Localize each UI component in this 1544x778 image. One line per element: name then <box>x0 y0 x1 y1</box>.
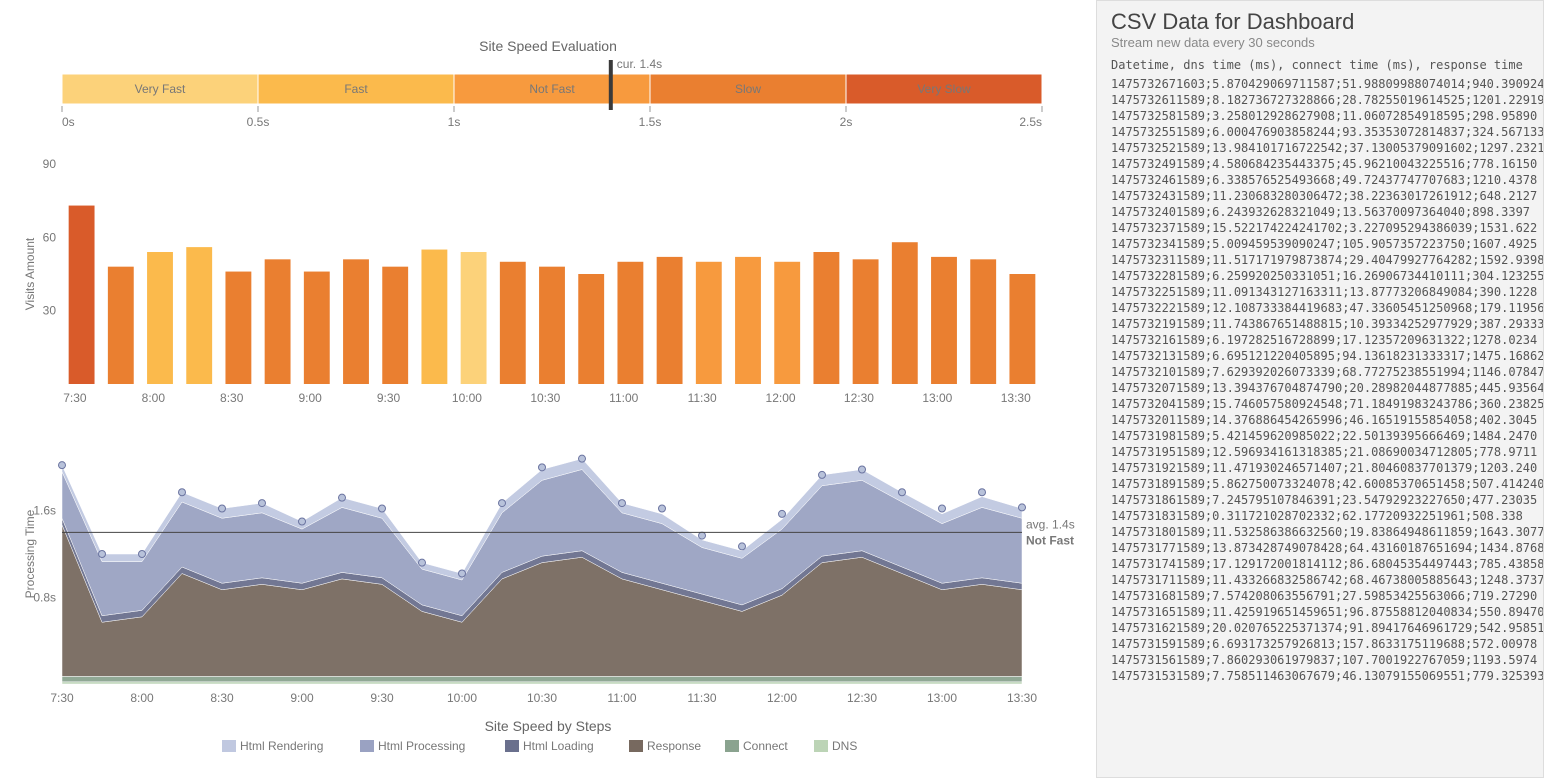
speed-steps-title: Site Speed by Steps <box>0 714 1096 734</box>
svg-text:12:00: 12:00 <box>767 691 797 705</box>
svg-text:8:00: 8:00 <box>130 691 154 705</box>
svg-text:8:00: 8:00 <box>142 391 166 405</box>
svg-text:avg. 1.4s: avg. 1.4s <box>1026 517 1075 531</box>
visits-chart: 30 60 90 Visits Amount 7:30 8:00 8:30 9:00 9:30 1… <box>22 154 1082 414</box>
svg-text:11:30: 11:30 <box>688 391 717 405</box>
svg-text:12:00: 12:00 <box>766 391 796 405</box>
svg-text:1.5s: 1.5s <box>639 115 662 129</box>
svg-text:12:30: 12:30 <box>847 691 877 705</box>
svg-text:0.5s: 0.5s <box>247 115 270 129</box>
svg-text:8:30: 8:30 <box>210 691 234 705</box>
csv-data: 1475732671603;5.870429069711587;51.98809… <box>1111 76 1543 684</box>
svg-text:9:30: 9:30 <box>370 691 394 705</box>
svg-text:Very Fast: Very Fast <box>135 82 186 96</box>
svg-text:Response: Response <box>647 739 701 753</box>
svg-text:13:00: 13:00 <box>927 691 957 705</box>
svg-text:13:30: 13:30 <box>1007 691 1037 705</box>
svg-text:DNS: DNS <box>832 739 857 753</box>
csv-title: CSV Data for Dashboard <box>1111 9 1529 35</box>
svg-text:Not Fast: Not Fast <box>1026 533 1074 547</box>
csv-subtitle: Stream new data every 30 seconds <box>1111 35 1529 50</box>
csv-hscroll[interactable] <box>1101 761 1539 778</box>
csv-panel: CSV Data for Dashboard Stream new data e… <box>1096 0 1544 778</box>
svg-text:10:30: 10:30 <box>530 391 560 405</box>
speed-eval-title: Site Speed Evaluation <box>0 0 1096 54</box>
processing-area-chart: avg. 1.4sNot Fast0.8s1.6sProcessing Time… <box>22 414 1082 714</box>
svg-text:Slow: Slow <box>735 82 761 96</box>
svg-text:10:30: 10:30 <box>527 691 557 705</box>
svg-text:Fast: Fast <box>344 82 368 96</box>
svg-text:7:30: 7:30 <box>63 391 87 405</box>
svg-text:7:30: 7:30 <box>50 691 74 705</box>
svg-text:11:30: 11:30 <box>687 691 716 705</box>
svg-text:2s: 2s <box>840 115 853 129</box>
svg-text:9:30: 9:30 <box>377 391 401 405</box>
svg-text:9:00: 9:00 <box>298 391 322 405</box>
svg-text:cur. 1.4s: cur. 1.4s <box>617 57 662 71</box>
svg-text:Html Loading: Html Loading <box>523 739 594 753</box>
svg-text:13:30: 13:30 <box>1001 391 1031 405</box>
svg-text:11:00: 11:00 <box>609 391 638 405</box>
svg-text:30: 30 <box>43 304 57 318</box>
legend: Html Rendering Html Processing Html Loadin… <box>22 734 1082 758</box>
svg-text:10:00: 10:00 <box>447 691 477 705</box>
svg-text:10:00: 10:00 <box>452 391 482 405</box>
svg-text:1s: 1s <box>448 115 461 129</box>
svg-text:Very Slow: Very Slow <box>917 82 971 96</box>
speed-eval-chart: cur. 1.4s Very Fast Fast Not Fast Slow Very S… <box>22 54 1082 154</box>
svg-text:Connect: Connect <box>743 739 788 753</box>
svg-text:2.5s: 2.5s <box>1019 115 1042 129</box>
svg-text:11:00: 11:00 <box>607 691 636 705</box>
svg-text:Html Processing: Html Processing <box>378 739 465 753</box>
svg-text:Processing Time: Processing Time <box>23 509 37 598</box>
svg-text:Visits Amount: Visits Amount <box>23 237 37 310</box>
svg-text:0s: 0s <box>62 115 75 129</box>
svg-text:8:30: 8:30 <box>220 391 244 405</box>
svg-text:12:30: 12:30 <box>844 391 874 405</box>
svg-text:9:00: 9:00 <box>290 691 314 705</box>
svg-text:60: 60 <box>43 230 57 244</box>
svg-text:13:00: 13:00 <box>922 391 952 405</box>
svg-text:Html Rendering: Html Rendering <box>240 739 323 753</box>
svg-text:90: 90 <box>43 157 57 171</box>
csv-columns: Datetime, dns time (ms), connect time (m… <box>1111 58 1529 72</box>
svg-text:Not Fast: Not Fast <box>529 82 575 96</box>
